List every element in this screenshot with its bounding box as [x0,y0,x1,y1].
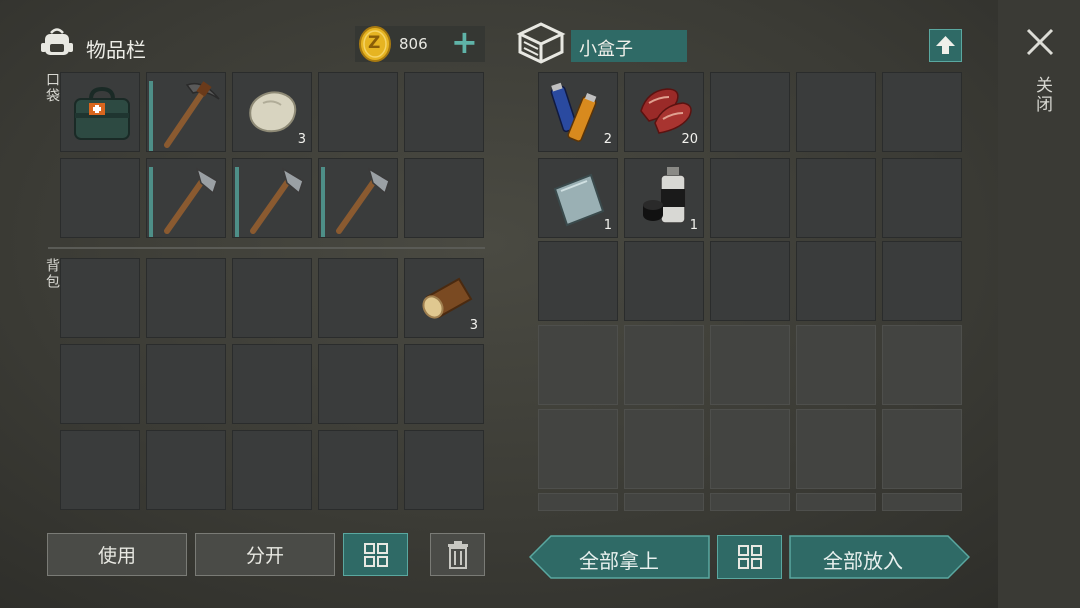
backpack-slot-11[interactable] [60,430,140,510]
pickaxe-icon [164,81,220,148]
grid-icon [737,545,762,569]
upload-button[interactable] [929,29,962,62]
pocket-slot-2[interactable] [146,72,226,152]
pocket-label: 口袋 [44,72,60,104]
backpack-slot-4[interactable] [318,258,398,338]
put-all-label: 全部放入 [823,549,903,573]
pocket-slot-5[interactable] [404,72,484,152]
container-slot-9[interactable] [796,158,876,238]
backpack-slot-13[interactable] [232,430,312,510]
container-slot-3[interactable] [710,72,790,152]
item-count: 1 [689,218,698,233]
pocket-slot-4[interactable] [318,72,398,152]
container-slot-15[interactable] [882,241,962,321]
container-slot-locked [882,409,962,489]
inventory-title: 物品栏 [86,38,146,62]
backpack-slot-5[interactable]: 3 [404,258,484,338]
container-title-bar: 小盒子 [571,30,687,62]
backpack-slot-8[interactable] [232,344,312,424]
coin-icon: Z [358,25,392,63]
section-divider [48,247,485,249]
take-all-button[interactable]: 全部拿上 [529,535,710,579]
container-slot-4[interactable] [796,72,876,152]
item-count: 20 [681,132,698,147]
grid-icon [363,542,388,567]
pocket-slot-7[interactable] [146,158,226,238]
pocket-slot-3[interactable]: 3 [232,72,312,152]
container-slot-10[interactable] [882,158,962,238]
backpack-slot-3[interactable] [232,258,312,338]
hatchet-icon [336,167,390,234]
container-slot-locked [538,325,618,405]
hatchet-icon [250,167,304,234]
arrow-up-icon [936,36,955,54]
add-coins-button[interactable]: + [451,24,478,60]
sort-button[interactable] [343,533,408,576]
close-icon [1026,28,1054,56]
backpack-slot-6[interactable] [60,344,140,424]
backpack-label: 背包 [44,258,60,290]
coin-display: Z 806 + [355,24,485,63]
backpack-slot-2[interactable] [146,258,226,338]
container-slot-locked [882,493,962,511]
pocket-slot-6[interactable] [60,158,140,238]
item-count: 1 [603,218,612,233]
container-slot-locked [538,409,618,489]
coin-symbol: Z [368,33,381,53]
backpack-slot-14[interactable] [318,430,398,510]
container-slot-locked [882,325,962,405]
container-slot-locked [796,409,876,489]
container-slot-locked [624,409,704,489]
container-slot-2[interactable]: 20 [624,72,704,152]
container-slot-locked [796,325,876,405]
container-slot-6[interactable]: 1 [538,158,618,238]
close-label: 关闭 [1032,76,1052,114]
coin-amount: 806 [399,35,428,53]
container-slot-locked [796,493,876,511]
container-slot-locked [538,493,618,511]
container-title: 小盒子 [579,39,633,60]
use-button[interactable]: 使用 [47,533,187,576]
item-count: 2 [603,132,612,147]
backpack-slot-7[interactable] [146,344,226,424]
item-count: 3 [297,132,306,147]
backpack-icon [40,25,74,59]
trash-button[interactable] [430,533,485,576]
pocket-slot-1[interactable] [60,72,140,152]
pocket-slot-10[interactable] [404,158,484,238]
container-slot-8[interactable] [710,158,790,238]
container-slot-locked [710,325,790,405]
backpack-slot-10[interactable] [404,344,484,424]
close-button[interactable]: 关闭 [1018,22,1062,132]
box-icon [516,22,566,64]
backpack-slot-9[interactable] [318,344,398,424]
container-slot-5[interactable] [882,72,962,152]
container-sort-button[interactable] [717,535,782,579]
backpack-slot-1[interactable] [60,258,140,338]
trash-icon [447,540,468,569]
backpack-slot-12[interactable] [146,430,226,510]
medkit-icon [74,86,130,140]
split-button[interactable]: 分开 [195,533,335,576]
container-slot-11[interactable] [538,241,618,321]
item-count: 3 [469,318,478,333]
container-slot-locked [624,325,704,405]
hatchet-icon [164,167,218,234]
put-all-button[interactable]: 全部放入 [789,535,970,579]
container-slot-locked [710,493,790,511]
container-slot-13[interactable] [710,241,790,321]
container-slot-locked [624,493,704,511]
container-slot-1[interactable]: 2 [538,72,618,152]
pocket-slot-9[interactable] [318,158,398,238]
take-all-label: 全部拿上 [579,549,659,573]
container-slot-12[interactable] [624,241,704,321]
container-slot-locked [710,409,790,489]
pocket-slot-8[interactable] [232,158,312,238]
container-slot-7[interactable]: 1 [624,158,704,238]
backpack-slot-15[interactable] [404,430,484,510]
container-slot-14[interactable] [796,241,876,321]
